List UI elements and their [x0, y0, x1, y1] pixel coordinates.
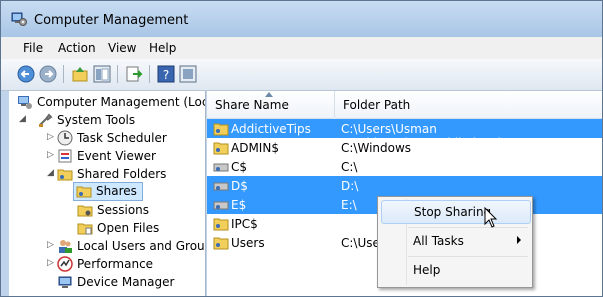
svg-text:?: ?	[163, 68, 169, 82]
sessions-icon	[77, 205, 93, 217]
mouse-cursor-icon	[484, 207, 498, 228]
tree-item-label: Shared Folders	[77, 167, 167, 181]
console-tree: Computer Management (Local ◢ System Tool…	[9, 91, 206, 296]
toolbar: ?	[1, 59, 602, 91]
menu-help[interactable]: Help	[149, 41, 176, 55]
computer-management-icon	[18, 96, 32, 109]
menu-separator	[408, 227, 528, 228]
share-name: IPC$	[231, 217, 258, 231]
toolbar-separator	[63, 65, 64, 83]
tree-item-label: Open Files	[97, 221, 160, 235]
window-title: Computer Management	[34, 13, 189, 28]
share-name: D$	[231, 179, 248, 193]
collapse-arrow-icon[interactable]: ◢	[47, 169, 55, 178]
table-row[interactable]: ADMIN$ C:\Windows	[207, 138, 602, 157]
show-hide-tree-icon[interactable]	[93, 65, 111, 83]
folder-path: C:\Use	[341, 236, 380, 250]
share-name: C$	[231, 160, 248, 174]
back-icon[interactable]	[17, 65, 35, 83]
table-row[interactable]: D$ D:\	[207, 176, 602, 195]
tree-item-label: System Tools	[57, 113, 136, 127]
expand-arrow-icon[interactable]: ▷	[47, 133, 55, 142]
column-header-label: Folder Path	[343, 98, 411, 112]
console-icon[interactable]	[179, 65, 197, 83]
system-tools-icon	[39, 113, 53, 127]
table-row[interactable]: C$ C:\	[207, 157, 602, 176]
expand-arrow-icon[interactable]: ▷	[47, 259, 55, 268]
tree-item-label: Event Viewer	[77, 149, 156, 163]
tree-item-system-tools[interactable]: ◢ System Tools	[11, 111, 205, 129]
menu-item-all-tasks[interactable]: All Tasks	[381, 230, 529, 252]
folder-path: D:\	[341, 179, 359, 193]
collapse-arrow-icon[interactable]: ◢	[19, 115, 27, 124]
toolbar-separator	[149, 65, 150, 83]
device-manager-icon	[58, 276, 72, 288]
share-name: Users	[231, 236, 265, 250]
column-header-folder-path[interactable]: Folder Path	[335, 91, 602, 119]
shared-drive-icon	[213, 201, 229, 210]
sort-ascending-icon	[265, 92, 273, 97]
tree-item-performance[interactable]: ▷ Performance	[11, 255, 205, 273]
help-icon[interactable]: ?	[157, 65, 175, 83]
menu-item-stop-sharing[interactable]: Stop Sharing	[381, 200, 531, 224]
tree-item-local-users-groups[interactable]: ▷ Local Users and Groups	[11, 237, 205, 255]
shared-folder-icon	[213, 237, 229, 250]
folder-path: C:\Windows	[341, 141, 412, 155]
context-menu: Stop Sharing All Tasks Help	[377, 196, 533, 288]
performance-icon	[57, 256, 73, 272]
tree-item-label: Task Scheduler	[77, 131, 167, 145]
tree-item-event-viewer[interactable]: ▷ Event Viewer	[11, 147, 205, 165]
share-name: E$	[231, 198, 247, 212]
menu-view[interactable]: View	[108, 41, 136, 55]
tree-item-open-files[interactable]: Open Files	[11, 219, 205, 237]
computer-management-icon	[11, 12, 27, 26]
users-icon	[59, 240, 72, 253]
tree-item-computer-management[interactable]: Computer Management (Local	[11, 93, 205, 111]
tree-item-label: Computer Management (Local	[37, 95, 206, 109]
column-header-label: Share Name	[215, 98, 289, 112]
column-header-share-name[interactable]: Share Name	[207, 91, 334, 119]
shared-folder-icon	[213, 123, 229, 136]
menu-item-label: All Tasks	[413, 234, 464, 248]
shares-icon	[76, 186, 92, 198]
tree-item-label: Device Manager	[77, 275, 175, 289]
menu-bar: File Action View Help	[1, 37, 602, 59]
tree-item-device-manager[interactable]: Device Manager	[11, 273, 205, 291]
submenu-arrow-icon	[517, 236, 521, 244]
shared-drive-icon	[213, 182, 229, 191]
shared-folder-icon	[213, 218, 229, 231]
tree-item-sessions[interactable]: Sessions	[11, 201, 205, 219]
share-name: AddictiveTips	[231, 122, 311, 136]
menu-item-label: Help	[413, 263, 441, 277]
tree-item-label: Shares	[96, 184, 137, 198]
shared-folder-icon	[213, 142, 229, 155]
share-name: ADMIN$	[231, 141, 279, 155]
folder-path: E:\	[341, 198, 357, 212]
tree-item-label: Local Users and Groups	[77, 239, 206, 253]
up-icon[interactable]	[71, 65, 89, 83]
tree-item-label: Performance	[77, 257, 154, 271]
menu-file[interactable]: File	[23, 41, 43, 55]
open-files-icon	[77, 223, 93, 235]
shared-folders-icon	[57, 169, 73, 181]
expand-arrow-icon[interactable]: ▷	[47, 151, 55, 160]
forward-icon[interactable]	[39, 65, 57, 83]
menu-separator	[408, 256, 528, 257]
clock-icon	[57, 130, 73, 146]
menu-action[interactable]: Action	[58, 41, 96, 55]
menu-item-label: Stop Sharing	[414, 205, 492, 219]
tree-item-shared-folders[interactable]: ◢ Shared Folders	[11, 165, 205, 183]
toolbar-separator	[117, 65, 118, 83]
menu-item-help[interactable]: Help	[381, 259, 529, 281]
tree-item-shares[interactable]: Shares	[73, 182, 143, 201]
table-row[interactable]: AddictiveTips C:\Users\Usman Javaid\Desk…	[207, 119, 602, 150]
tree-item-label: Sessions	[97, 203, 150, 217]
event-viewer-icon	[58, 149, 72, 163]
folder-path: C:\	[341, 160, 358, 174]
shared-drive-icon	[213, 163, 229, 172]
expand-arrow-icon[interactable]: ▷	[47, 241, 55, 250]
title-bar[interactable]: Computer Management	[1, 1, 602, 37]
export-icon[interactable]	[125, 65, 143, 83]
tree-item-task-scheduler[interactable]: ▷ Task Scheduler	[11, 129, 205, 147]
